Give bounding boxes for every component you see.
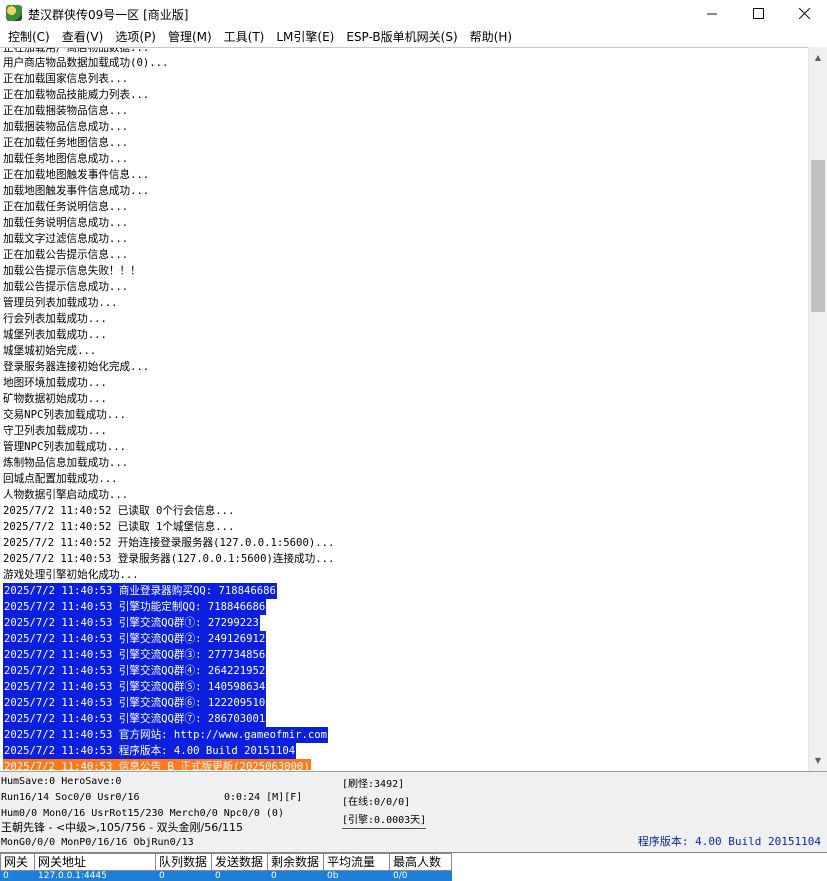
menu-control[interactable]: 控制(C) <box>2 28 56 46</box>
col-remaining-data[interactable]: 剩余数据 <box>268 853 324 871</box>
status-panel: HumSave:0 HeroSave:0 Run16/14 Soc0/0 Usr… <box>0 771 827 852</box>
cell-send-data: 0 <box>215 871 221 881</box>
title-bar: 楚汉群侠传09号一区 [商业版] <box>0 0 827 27</box>
menu-view[interactable]: 查看(V) <box>56 28 110 46</box>
scrollbar-thumb[interactable] <box>811 160 825 312</box>
menu-esp-gateway[interactable]: ESP-B版单机网关(S) <box>340 28 463 46</box>
log-line: 管理员列表加载成功... <box>3 297 118 309</box>
log-line: 管理NPC列表加载成功... <box>3 441 127 453</box>
col-gateway[interactable]: 网关 <box>0 853 35 871</box>
log-line: 加载文字过滤信息成功... <box>3 233 129 245</box>
window-title: 楚汉群侠传09号一区 [商业版] <box>28 8 189 22</box>
log-line: 登录服务器连接初始化完成... <box>3 361 150 373</box>
log-line: 2025/7/2 11:40:53 引擎交流QQ群⑥: 122209510 <box>3 695 267 711</box>
log-line: 正在加载公告提示信息... <box>3 249 129 261</box>
status-run: Run16/14 Soc0/0 Usr0/16 <box>1 792 140 803</box>
log-line: 2025/7/2 11:40:52 已读取 0个行会信息... <box>3 505 235 517</box>
log-line: 2025/7/2 11:40:53 商业登录器购买QQ: 718846686 <box>3 583 277 599</box>
menu-manage[interactable]: 管理(M) <box>162 28 218 46</box>
status-hum: Hum0/0 Mon0/16 UsrRot15/230 Merch0/0 Npc… <box>1 808 284 819</box>
log-line: 加载地图触发事件信息成功... <box>3 185 150 197</box>
app-icon <box>6 5 22 21</box>
col-average-traffic[interactable]: 平均流量 <box>324 853 390 871</box>
log-line: 游戏处理引擎初始化成功... <box>3 569 139 581</box>
program-version: 程序版本: 4.00 Build 20151104 <box>637 835 821 848</box>
minimize-icon <box>706 13 717 15</box>
cell-gateway-address: 127.0.0.1:4445 <box>38 871 107 881</box>
menu-options[interactable]: 选项(P) <box>109 28 162 46</box>
status-map: 王朝先锋 - <中级>,105/756 - 双头金刚/56/115 <box>1 821 243 834</box>
log-line: 2025/7/2 11:40:53 引擎交流QQ群④: 264221952 <box>3 663 267 679</box>
log-line: 地图环境加载成功... <box>3 377 107 389</box>
log-line: 正在加载任务说明信息... <box>3 201 129 213</box>
log-line: 炼制物品信息加载成功... <box>3 457 129 469</box>
col-queue-data[interactable]: 队列数据 <box>156 853 212 871</box>
log-line: 城堡城初始完成... <box>3 345 97 357</box>
log-line: 2025/7/2 11:40:53 引擎交流QQ群②: 249126912 <box>3 631 267 647</box>
log-line: 正在加载任务地图信息... <box>3 137 129 149</box>
menu-tools[interactable]: 工具(T) <box>218 28 271 46</box>
status-time: 0:0:24 [M][F] <box>224 792 303 803</box>
log-line: 2025/7/2 11:40:53 引擎功能定制QQ: 718846686 <box>3 599 267 615</box>
status-save: HumSave:0 HeroSave:0 <box>1 776 122 787</box>
log-output[interactable]: 正在加载用户商店物品数据... 用户商店物品数据加载成功(0)... 正在加载国家… <box>0 47 808 770</box>
log-line: 加载公告提示信息成功... <box>3 281 129 293</box>
cell-average-traffic: 0b <box>327 871 339 881</box>
status-mon: MonG0/0/0 MonP0/16/16 ObjRun0/13 <box>1 837 194 848</box>
col-gateway-address[interactable]: 网关地址 <box>35 853 156 871</box>
scroll-down-arrow-icon[interactable]: ▼ <box>809 752 827 769</box>
log-line: 正在加载捆装物品信息... <box>3 105 129 117</box>
menu-help[interactable]: 帮助(H) <box>464 28 518 46</box>
log-line: 加载捆装物品信息成功... <box>3 121 129 133</box>
log-line: 用户商店物品数据加载成功(0)... <box>3 57 169 69</box>
engine-label: [引擎:0.0003天] <box>342 814 427 829</box>
maximize-icon <box>752 8 764 19</box>
log-line: 正在加载国家信息列表... <box>3 73 129 85</box>
close-icon <box>798 8 810 19</box>
cell-gateway: 0 <box>3 871 9 881</box>
col-send-data[interactable]: 发送数据 <box>212 853 268 871</box>
scroll-up-arrow-icon[interactable]: ▲ <box>809 49 827 66</box>
menu-bar: 控制(C) 查看(V) 选项(P) 管理(M) 工具(T) LM引擎(E) ES… <box>0 27 827 47</box>
log-line: 2025/7/2 11:40:53 程序版本: 4.00 Build 20151… <box>3 743 297 759</box>
log-line: 守卫列表加载成功... <box>3 425 107 437</box>
log-line: 回城点配置加载成功... <box>3 473 118 485</box>
refresh-monster-label: [刷怪:3492] <box>342 779 405 790</box>
log-line: 2025/7/2 11:40:53 登录服务器(127.0.0.1:5600)连… <box>3 553 335 565</box>
log-line: 正在加载地图触发事件信息... <box>3 169 150 181</box>
log-line: 2025/7/2 11:40:52 开始连接登录服务器(127.0.0.1:56… <box>3 537 335 549</box>
log-line: 2025/7/2 11:40:53 引擎交流QQ群①: 27299223 <box>3 615 260 631</box>
log-line: 2025/7/2 11:40:52 已读取 1个城堡信息... <box>3 521 235 533</box>
cell-queue-data: 0 <box>159 871 165 881</box>
log-line: 2025/7/2 11:40:53 引擎交流QQ群⑦: 286703001 <box>3 711 267 727</box>
log-line: 加载公告提示信息失败！！！ <box>3 265 141 277</box>
log-line: 交易NPC列表加载成功... <box>3 409 127 421</box>
log-line: 行会列表加载成功... <box>3 313 107 325</box>
col-max-users[interactable]: 最高人数 <box>390 853 452 871</box>
log-line: 加载任务说明信息成功... <box>3 217 129 229</box>
online-label: [在线:0/0/0] <box>342 797 411 808</box>
gateway-table[interactable]: 网关 网关地址 队列数据 发送数据 剩余数据 平均流量 最高人数 0 127.0… <box>0 852 827 881</box>
log-scrollbar[interactable]: ▲ ▼ <box>808 47 827 771</box>
close-button[interactable] <box>781 0 827 27</box>
maximize-button[interactable] <box>735 0 781 27</box>
log-line: 人物数据引擎启动成功... <box>3 489 129 501</box>
log-line: 加载任务地图信息成功... <box>3 153 129 165</box>
log-line: 2025/7/2 11:40:53 引擎交流QQ群⑤: 140598634 <box>3 679 267 695</box>
log-line: 正在加载物品技能威力列表... <box>3 89 150 101</box>
cell-remaining-data: 0 <box>271 871 277 881</box>
log-line: 矿物数据初始成功... <box>3 393 107 405</box>
log-line: 2025/7/2 11:40:53 官方网站: http://www.gameo… <box>3 727 329 743</box>
menu-lm-engine[interactable]: LM引擎(E) <box>270 28 340 46</box>
log-line: 2025/7/2 11:40:53 信息公告 B 正式版更新(202506300… <box>3 759 311 770</box>
cell-max-users: 0/0 <box>393 871 408 881</box>
minimize-button[interactable] <box>689 0 735 27</box>
log-line: 城堡列表加载成功... <box>3 329 107 341</box>
log-line: 2025/7/2 11:40:53 引擎交流QQ群③: 277734856 <box>3 647 267 663</box>
